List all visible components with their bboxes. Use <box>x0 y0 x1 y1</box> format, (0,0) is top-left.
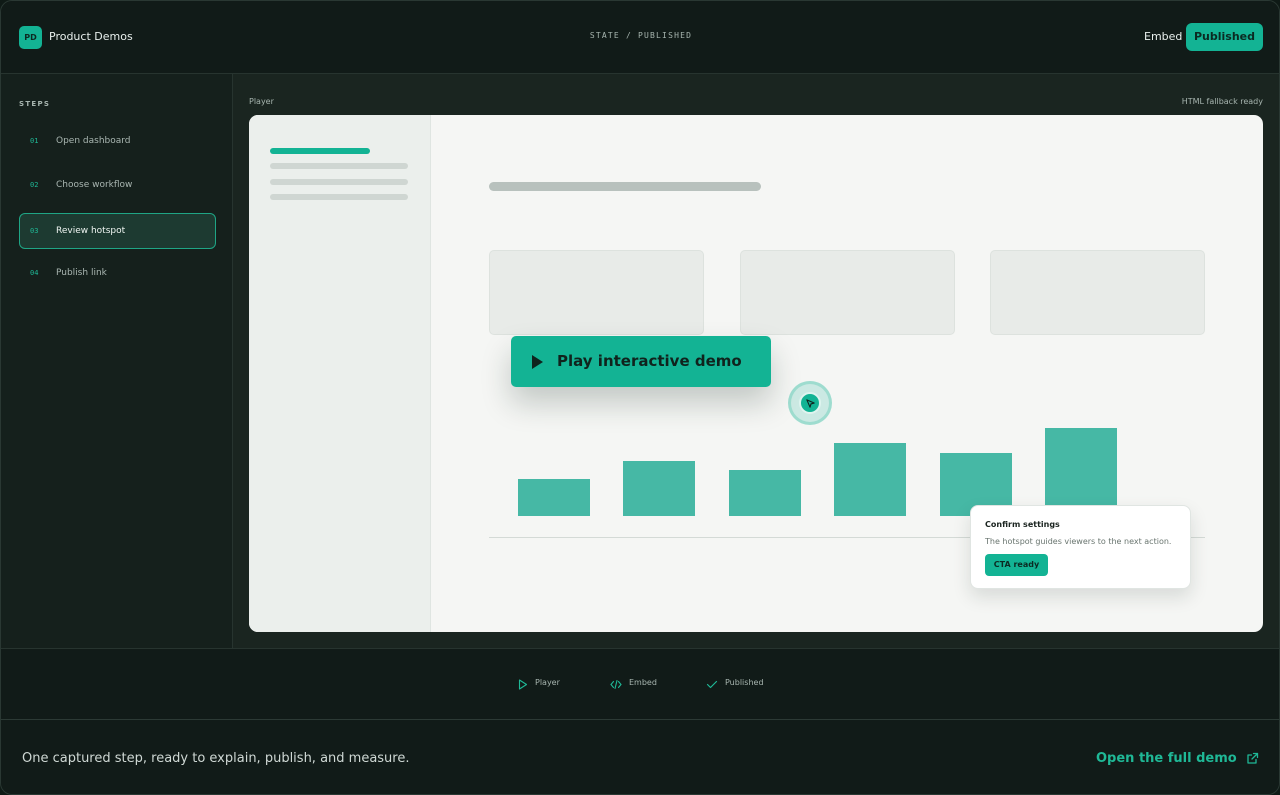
mock-bar <box>729 470 801 516</box>
step-label: Open dashboard <box>56 136 131 146</box>
mock-bar <box>1045 428 1117 516</box>
mock-bar <box>518 479 590 516</box>
status-label: Player <box>535 678 560 687</box>
status-label: Embed <box>629 678 657 687</box>
status-label: Published <box>725 678 764 687</box>
main-area: Player HTML fallback ready Play interact… <box>233 74 1279 648</box>
state-label: STATE / PUBLISHED <box>589 31 693 40</box>
demo-player[interactable]: Play interactive demo Confirm settings T… <box>249 115 1263 632</box>
tooltip-title: Confirm settings <box>985 520 1060 529</box>
cta-ready-button[interactable]: CTA ready <box>985 554 1048 576</box>
step-review-hotspot[interactable]: 03 Review hotspot <box>19 213 216 249</box>
step-label: Choose workflow <box>56 180 133 190</box>
step-publish-link[interactable]: 04 Publish link <box>19 255 216 291</box>
play-demo-label: Play interactive demo <box>557 352 742 370</box>
step-number: 03 <box>30 227 39 235</box>
app-window: PD Product Demos STATE / PUBLISHED Embed… <box>0 0 1280 795</box>
mock-bar <box>623 461 695 516</box>
external-link-icon[interactable] <box>1246 752 1259 765</box>
step-number: 02 <box>30 181 39 189</box>
tooltip-body: The hotspot guides viewers to the next a… <box>985 537 1172 546</box>
header: PD Product Demos STATE / PUBLISHED Embed… <box>1 1 1279 74</box>
mock-bar <box>834 443 906 516</box>
play-outline-icon <box>518 679 528 690</box>
step-label: Publish link <box>56 268 107 278</box>
play-icon <box>532 355 543 369</box>
hotspot-tooltip: Confirm settings The hotspot guides view… <box>970 505 1191 589</box>
step-choose-workflow[interactable]: 02 Choose workflow <box>19 167 216 203</box>
footer: One captured step, ready to explain, pub… <box>1 720 1279 794</box>
steps-heading: STEPS <box>19 100 51 108</box>
published-button[interactable]: Published <box>1186 23 1263 51</box>
footer-tagline: One captured step, ready to explain, pub… <box>22 751 410 766</box>
hotspot[interactable] <box>788 381 832 425</box>
play-demo-button[interactable]: Play interactive demo <box>511 336 771 387</box>
status-strip: Player Embed Published <box>1 648 1279 720</box>
player-label: Player <box>249 97 274 106</box>
step-label: Review hotspot <box>56 226 126 236</box>
code-icon <box>610 679 622 690</box>
step-number: 01 <box>30 137 39 145</box>
embed-button[interactable]: Embed <box>1144 30 1182 43</box>
step-number: 04 <box>30 269 39 277</box>
cursor-icon <box>799 392 821 414</box>
sidebar: STEPS 01 Open dashboard 02 Choose workfl… <box>1 74 233 648</box>
check-icon <box>706 680 718 689</box>
open-full-demo-link[interactable]: Open the full demo <box>1096 751 1237 766</box>
step-open-dashboard[interactable]: 01 Open dashboard <box>19 123 216 159</box>
fallback-status: HTML fallback ready <box>1181 97 1263 106</box>
